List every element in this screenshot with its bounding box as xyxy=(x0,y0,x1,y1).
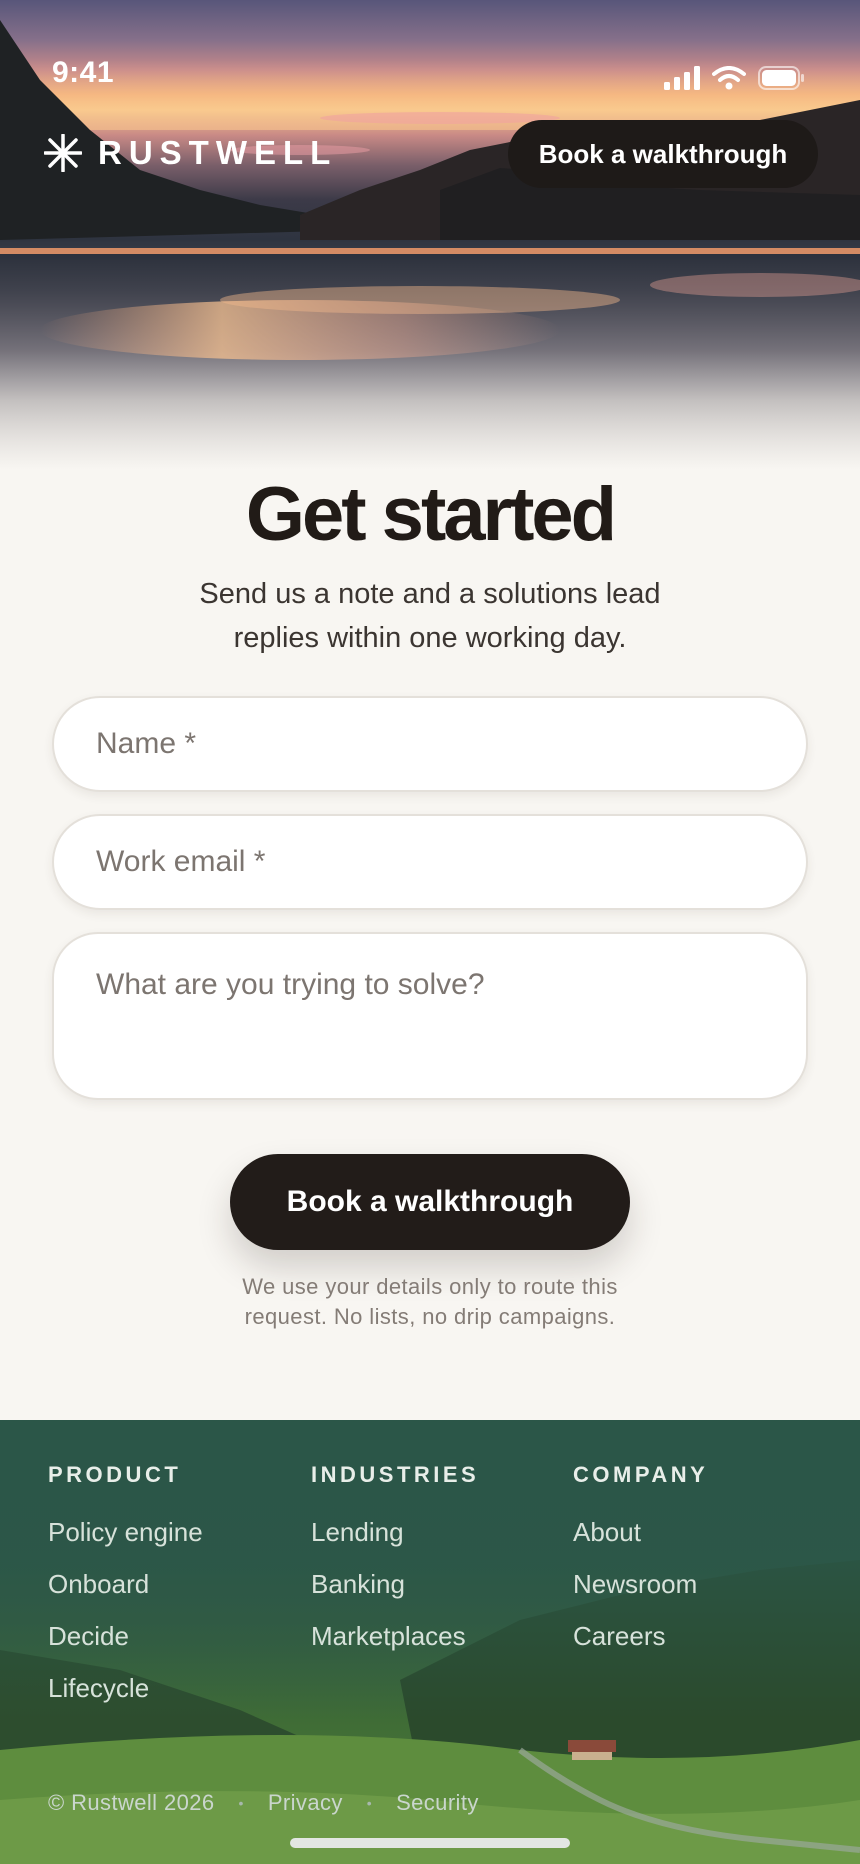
footer-link-lending[interactable]: Lending xyxy=(311,1514,479,1550)
privacy-note: We use your details only to route this r… xyxy=(242,1274,618,1329)
footer-heading-industries: INDUSTRIES xyxy=(311,1462,480,1487)
status-icons xyxy=(664,66,804,90)
privacy-link[interactable]: Privacy xyxy=(268,1790,343,1816)
separator-dot: • xyxy=(238,1795,244,1811)
page-title: Get started xyxy=(245,472,617,557)
footer-link-lifecycle[interactable]: Lifecycle xyxy=(48,1670,203,1706)
work-email-field[interactable] xyxy=(52,814,808,910)
footer-legal-bar: © Rustwell 2026 • Privacy • Security xyxy=(48,1790,479,1816)
submit-book-walkthrough-button[interactable]: Book a walkthrough xyxy=(230,1154,630,1250)
footer-link-careers[interactable]: Careers xyxy=(573,1618,708,1654)
footer-link-newsroom[interactable]: Newsroom xyxy=(573,1566,708,1602)
footer-link-marketplaces[interactable]: Marketplaces xyxy=(311,1618,479,1654)
security-link[interactable]: Security xyxy=(396,1790,479,1816)
footer-column-industries: INDUSTRIES Lending Banking Marketplaces xyxy=(311,1462,479,1654)
brand-name: RUSTWELL xyxy=(98,134,338,171)
asterisk-logo-icon xyxy=(44,134,82,172)
brand-logo[interactable]: RUSTWELL xyxy=(44,134,337,172)
page-subtitle: Send us a note and a solutions lead repl… xyxy=(199,578,661,654)
copyright-text: © Rustwell 2026 xyxy=(48,1790,215,1815)
header-book-walkthrough-button[interactable]: Book a walkthrough xyxy=(508,120,818,188)
message-textarea[interactable] xyxy=(52,932,808,1100)
footer-heading-product: PRODUCT xyxy=(48,1462,182,1487)
wifi-icon xyxy=(712,66,746,90)
separator-dot: • xyxy=(366,1795,373,1811)
signal-icon xyxy=(664,66,700,90)
footer-link-about[interactable]: About xyxy=(573,1514,708,1550)
footer-column-company: COMPANY About Newsroom Careers xyxy=(573,1462,708,1654)
status-time: 9:41 xyxy=(52,56,115,89)
footer-link-decide[interactable]: Decide xyxy=(48,1618,203,1654)
battery-icon xyxy=(758,66,804,90)
footer-column-product: PRODUCT Policy engine Onboard Decide Lif… xyxy=(48,1462,203,1706)
footer-link-banking[interactable]: Banking xyxy=(311,1566,479,1602)
name-field[interactable] xyxy=(52,696,808,792)
footer-link-policy-engine[interactable]: Policy engine xyxy=(48,1514,203,1550)
footer-link-onboard[interactable]: Onboard xyxy=(48,1566,203,1602)
hero-banner: 9:41 RUSTWELL Book a walkthrough xyxy=(0,0,860,470)
home-indicator[interactable] xyxy=(290,1838,570,1848)
footer-heading-company: COMPANY xyxy=(573,1462,709,1487)
